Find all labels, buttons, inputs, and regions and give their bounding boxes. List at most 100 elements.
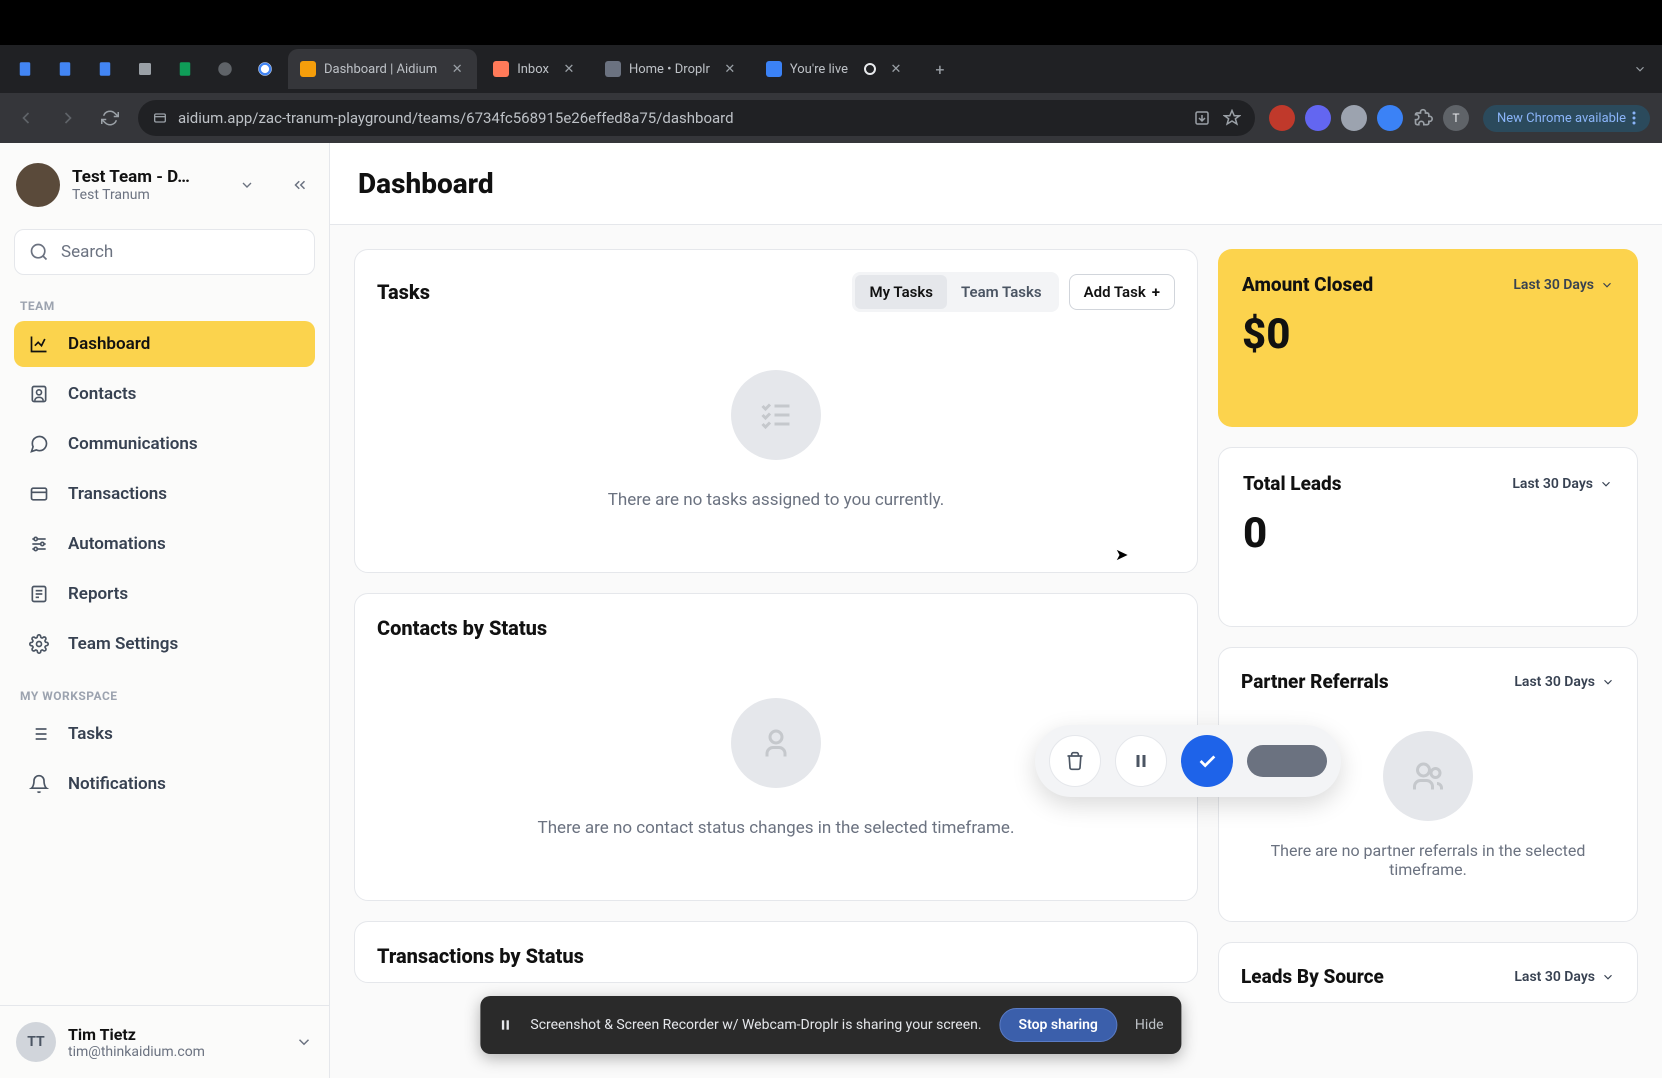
tasks-empty-text: There are no tasks assigned to you curre… — [608, 490, 945, 510]
chart-line-icon — [28, 333, 50, 355]
sidebar-item-automations[interactable]: Automations — [14, 521, 315, 567]
docs-icon[interactable] — [48, 52, 82, 86]
extension-icon[interactable] — [1305, 105, 1331, 131]
install-app-icon[interactable] — [1193, 109, 1211, 127]
sidebar-item-communications[interactable]: Communications — [14, 421, 315, 467]
chevron-down-icon — [239, 177, 255, 193]
nav-label: Contacts — [68, 384, 136, 404]
empty-referrals-icon — [1383, 731, 1473, 821]
tab-title: Dashboard | Aidium — [324, 62, 437, 77]
my-tasks-tab[interactable]: My Tasks — [855, 275, 947, 309]
chrome-update-button[interactable]: New Chrome available — [1483, 105, 1650, 132]
referrals-empty-text: There are no partner referrals in the se… — [1251, 841, 1605, 879]
reload-button[interactable] — [96, 104, 124, 132]
leads-by-source-title: Leads By Source — [1241, 965, 1384, 988]
automations-icon — [28, 533, 50, 555]
amount-closed-period[interactable]: Last 30 Days — [1513, 277, 1614, 293]
sidebar-item-notifications[interactable]: Notifications — [14, 761, 315, 807]
forward-button[interactable] — [54, 104, 82, 132]
tasks-title: Tasks — [377, 280, 430, 304]
recorder-timer-pill — [1247, 745, 1327, 777]
app-icon[interactable] — [208, 52, 242, 86]
close-icon[interactable]: ✕ — [722, 61, 738, 77]
extension-icon[interactable] — [1377, 105, 1403, 131]
add-task-button[interactable]: Add Task + — [1069, 274, 1175, 310]
back-button[interactable] — [12, 104, 40, 132]
extension-icon[interactable] — [1341, 105, 1367, 131]
sidebar-item-dashboard[interactable]: Dashboard — [14, 321, 315, 367]
tabs-dropdown-button[interactable] — [1626, 55, 1654, 83]
chrome-update-label: New Chrome available — [1497, 111, 1626, 126]
transactions-by-status-card: Transactions by Status — [354, 921, 1198, 983]
hide-share-button[interactable]: Hide — [1135, 1017, 1164, 1033]
add-task-label: Add Task — [1084, 283, 1146, 301]
main-header: Dashboard — [330, 143, 1662, 225]
sidebar-item-team-settings[interactable]: Team Settings — [14, 621, 315, 667]
total-leads-value: 0 — [1243, 509, 1613, 558]
tab-dashboard[interactable]: Dashboard | Aidium ✕ — [288, 49, 477, 89]
team-tasks-tab[interactable]: Team Tasks — [947, 275, 1056, 309]
team-switcher[interactable]: Test Team - D… Test Tranum — [0, 143, 329, 221]
window-top-black-bar — [0, 0, 1662, 45]
browser-tab-bar: Dashboard | Aidium ✕ Inbox ✕ Home • Drop… — [0, 45, 1662, 93]
period-label: Last 30 Days — [1513, 277, 1594, 293]
user-name: Tim Tietz — [68, 1025, 283, 1044]
record-indicator-icon — [864, 63, 876, 75]
sidebar-item-contacts[interactable]: Contacts — [14, 371, 315, 417]
sheets-icon[interactable] — [168, 52, 202, 86]
recorder-delete-button[interactable] — [1049, 735, 1101, 787]
chevron-down-icon — [1601, 970, 1615, 984]
empty-contacts-icon — [731, 698, 821, 788]
close-icon[interactable]: ✕ — [888, 61, 904, 77]
app-container: Test Team - D… Test Tranum Search TEAM D… — [0, 143, 1662, 1078]
total-leads-period[interactable]: Last 30 Days — [1512, 476, 1613, 492]
nav-label: Tasks — [68, 724, 113, 744]
profile-avatar[interactable]: T — [1443, 105, 1469, 131]
tab-droplr[interactable]: Home • Droplr ✕ — [593, 49, 750, 89]
favicon-icon — [300, 61, 316, 77]
chevron-down-icon — [1600, 278, 1614, 292]
main-content: Dashboard Tasks My Tasks Team Tasks A — [330, 143, 1662, 1078]
bookmark-star-icon[interactable] — [1223, 109, 1241, 127]
site-settings-icon[interactable] — [152, 110, 168, 126]
sidebar-user-footer[interactable]: TT Tim Tietz tim@thinkaidium.com — [0, 1005, 329, 1078]
nav-label: Reports — [68, 584, 128, 604]
chevron-down-icon — [295, 1033, 313, 1051]
search-placeholder: Search — [61, 242, 113, 262]
search-input[interactable]: Search — [14, 229, 315, 275]
address-bar[interactable]: aidium.app/zac-tranum-playground/teams/6… — [138, 100, 1255, 136]
amount-closed-title: Amount Closed — [1242, 273, 1373, 296]
stop-sharing-button[interactable]: Stop sharing — [1000, 1008, 1117, 1042]
empty-tasks-icon — [731, 370, 821, 460]
partner-referrals-period[interactable]: Last 30 Days — [1514, 674, 1615, 690]
close-icon[interactable]: ✕ — [449, 61, 465, 77]
tab-live[interactable]: You're live ✕ — [754, 49, 916, 89]
tab-title: You're live — [790, 62, 848, 77]
docs-icon[interactable] — [8, 52, 42, 86]
total-leads-card: Total Leads Last 30 Days 0 — [1218, 447, 1638, 627]
sidebar-item-tasks[interactable]: Tasks — [14, 711, 315, 757]
google-icon[interactable] — [248, 52, 282, 86]
sidebar-item-transactions[interactable]: Transactions — [14, 471, 315, 517]
notion-icon[interactable] — [128, 52, 162, 86]
sidebar-item-reports[interactable]: Reports — [14, 571, 315, 617]
extensions-icon[interactable] — [1413, 108, 1433, 128]
tasks-icon — [28, 723, 50, 745]
browser-toolbar: aidium.app/zac-tranum-playground/teams/6… — [0, 93, 1662, 143]
period-label: Last 30 Days — [1514, 969, 1595, 985]
period-label: Last 30 Days — [1514, 674, 1595, 690]
tab-inbox[interactable]: Inbox ✕ — [481, 49, 589, 89]
leads-by-source-period[interactable]: Last 30 Days — [1514, 969, 1615, 985]
extension-icon[interactable] — [1269, 105, 1295, 131]
amount-closed-card: Amount Closed Last 30 Days $0 — [1218, 249, 1638, 427]
user-avatar: TT — [16, 1022, 56, 1062]
screen-share-bar: Screenshot & Screen Recorder w/ Webcam-D… — [480, 996, 1181, 1054]
recorder-pause-button[interactable] — [1115, 735, 1167, 787]
nav-section-team-label: TEAM — [14, 291, 315, 321]
recorder-finish-button[interactable] — [1181, 735, 1233, 787]
new-tab-button[interactable]: + — [926, 55, 954, 83]
close-icon[interactable]: ✕ — [561, 61, 577, 77]
collapse-sidebar-button[interactable] — [287, 172, 313, 198]
docs-icon[interactable] — [88, 52, 122, 86]
nav-label: Transactions — [68, 484, 167, 504]
